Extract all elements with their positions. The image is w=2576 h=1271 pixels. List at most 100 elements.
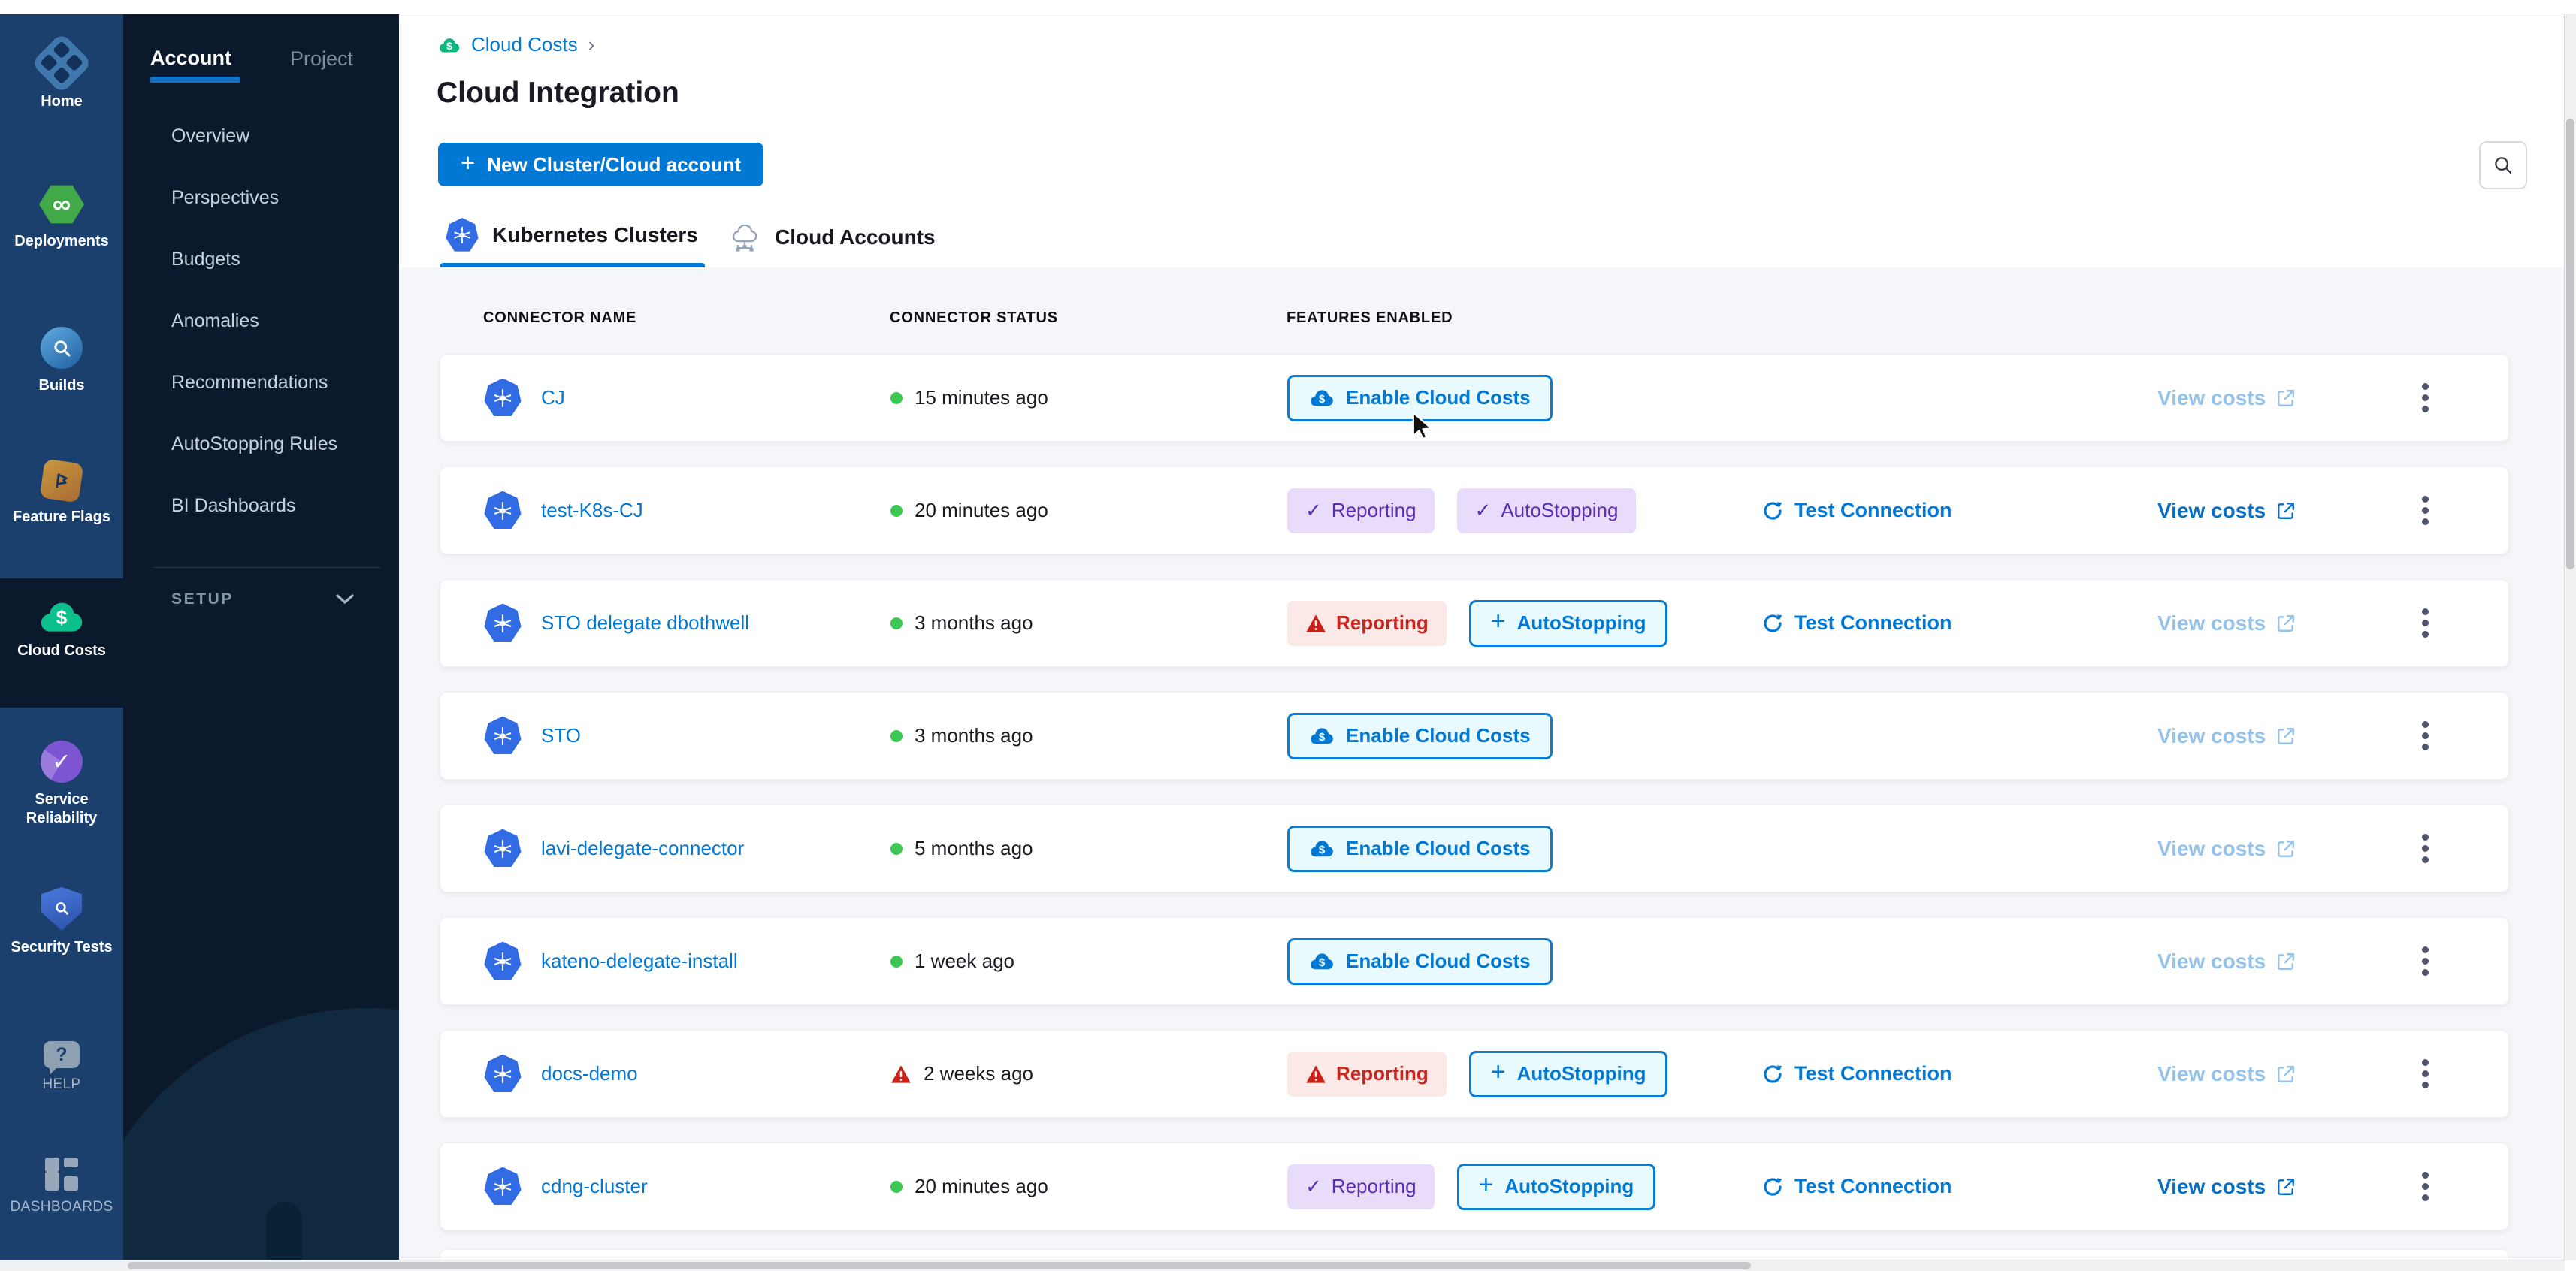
page-title: Cloud Integration: [437, 77, 679, 110]
refresh-icon: [1761, 612, 1784, 635]
enable-cloud-costs-button[interactable]: $ Enable Cloud Costs: [1287, 713, 1553, 759]
search-button[interactable]: [2479, 141, 2527, 189]
row-menu-button[interactable]: [2414, 1164, 2436, 1209]
rail-item-label: Cloud Costs: [17, 642, 106, 660]
rail-item-label: Service Reliability: [17, 790, 107, 828]
connector-name-link[interactable]: CJ: [541, 386, 565, 409]
breadcrumb-cloud-costs-link[interactable]: Cloud Costs: [471, 33, 578, 56]
connector-status-time: 20 minutes ago: [915, 1175, 1048, 1198]
connector-status-time: 20 minutes ago: [915, 499, 1048, 522]
scope-tab-account[interactable]: Account: [150, 47, 231, 70]
sidebar-item-recommendations[interactable]: Recommendations: [123, 352, 399, 413]
row-menu-button[interactable]: [2414, 1052, 2436, 1096]
view-costs-link[interactable]: View costs: [2154, 499, 2407, 523]
external-link-icon: [2276, 1064, 2296, 1084]
rail-item-dashboards[interactable]: DASHBOARDS: [0, 1158, 123, 1216]
scope-tab-project[interactable]: Project: [290, 47, 353, 71]
horizontal-scrollbar-thumb[interactable]: [128, 1262, 1751, 1269]
rail-item-deployments[interactable]: ∞ Deployments: [0, 184, 123, 251]
connector-name-link[interactable]: cdng-cluster: [541, 1175, 648, 1198]
sidebar-setup-toggle[interactable]: SETUP: [171, 578, 355, 620]
external-link-icon: [2276, 839, 2296, 859]
refresh-icon: [1761, 1176, 1784, 1198]
enable-cloud-costs-button[interactable]: $ Enable Cloud Costs: [1287, 826, 1553, 872]
enable-cloud-costs-label: Enable Cloud Costs: [1346, 724, 1531, 747]
breadcrumb: $ Cloud Costs ›: [438, 33, 594, 56]
test-connection-link[interactable]: Test Connection: [1758, 611, 2154, 635]
cloud-costs-breadcrumb-icon: $: [438, 37, 461, 53]
row-menu-button[interactable]: [2414, 601, 2436, 645]
refresh-icon: [1761, 1063, 1784, 1085]
search-icon: [2492, 154, 2514, 177]
enable-cloud-costs-button[interactable]: $ Enable Cloud Costs: [1287, 938, 1553, 985]
cloud-network-icon: [728, 222, 761, 252]
harness-home-icon: [31, 32, 92, 94]
row-menu-button[interactable]: [2414, 714, 2436, 758]
enable-cloud-costs-label: Enable Cloud Costs: [1346, 837, 1531, 860]
rail-item-builds[interactable]: Builds: [0, 327, 123, 395]
tab-label: Cloud Accounts: [775, 225, 936, 249]
kubernetes-icon: [484, 379, 522, 418]
setup-label: SETUP: [171, 590, 234, 608]
connector-name-link[interactable]: lavi-delegate-connector: [541, 837, 744, 860]
row-menu-button[interactable]: [2414, 826, 2436, 871]
horizontal-scrollbar[interactable]: [0, 1260, 2565, 1271]
view-costs-label: View costs: [2157, 949, 2266, 974]
table-row-partial: [440, 1249, 2509, 1260]
warning-triangle-icon: [1305, 1064, 1326, 1084]
kubernetes-icon: [484, 604, 522, 643]
connector-name-link[interactable]: test-K8s-CJ: [541, 499, 643, 522]
connector-name-link[interactable]: STO: [541, 724, 581, 747]
row-menu-button[interactable]: [2414, 939, 2436, 983]
page-header: $ Cloud Costs › Cloud Integration: [399, 14, 2565, 113]
sidebar-menu: Overview Perspectives Budgets Anomalies …: [123, 105, 399, 536]
connector-name-link[interactable]: docs-demo: [541, 1062, 638, 1085]
sidebar-item-perspectives[interactable]: Perspectives: [123, 167, 399, 228]
new-cluster-cloud-account-button[interactable]: + New Cluster/Cloud account: [438, 143, 763, 186]
feature-flags-icon: [40, 459, 84, 503]
rail-item-home[interactable]: Home: [0, 41, 123, 111]
test-connection-label: Test Connection: [1794, 1062, 1952, 1085]
kubernetes-icon: [484, 1055, 522, 1094]
test-connection-link[interactable]: Test Connection: [1758, 1175, 2154, 1198]
view-costs-link[interactable]: View costs: [2154, 1175, 2407, 1199]
connector-name-link[interactable]: kateno-delegate-install: [541, 949, 738, 973]
sidebar-item-overview[interactable]: Overview: [123, 105, 399, 167]
sidebar-item-autostopping-rules[interactable]: AutoStopping Rules: [123, 413, 399, 475]
help-chat-icon: ?: [44, 1041, 80, 1068]
cloud-costs-icon: $: [38, 599, 85, 634]
status-healthy-icon: [890, 617, 903, 629]
tab-cloud-accounts[interactable]: Cloud Accounts: [728, 222, 936, 252]
plus-icon: +: [1479, 1170, 1494, 1200]
tab-kubernetes-clusters[interactable]: Kubernetes Clusters: [446, 218, 698, 252]
row-menu-button[interactable]: [2414, 488, 2436, 533]
rail-item-service-reliability[interactable]: ✓ Service Reliability: [0, 741, 123, 828]
sidebar-item-anomalies[interactable]: Anomalies: [123, 290, 399, 352]
add-autostopping-button[interactable]: + AutoStopping: [1469, 1051, 1668, 1097]
sidebar-item-budgets[interactable]: Budgets: [123, 228, 399, 290]
add-autostopping-button[interactable]: + AutoStopping: [1457, 1164, 1656, 1210]
external-link-icon: [2276, 501, 2296, 521]
test-connection-link[interactable]: Test Connection: [1758, 1062, 2154, 1085]
connector-status-time: 15 minutes ago: [915, 386, 1048, 409]
test-connection-link[interactable]: Test Connection: [1758, 499, 2154, 522]
rail-item-cloud-costs[interactable]: $ Cloud Costs: [0, 599, 123, 660]
cloud-dollar-icon: $: [1309, 839, 1335, 858]
row-menu-button[interactable]: [2414, 376, 2436, 420]
chevron-down-icon: [335, 593, 355, 605]
service-reliability-icon: ✓: [41, 741, 83, 783]
sidebar-item-bi-dashboards[interactable]: BI Dashboards: [123, 475, 399, 536]
external-link-icon: [2276, 726, 2296, 746]
rail-item-security-tests[interactable]: Security Tests: [0, 887, 123, 957]
table-row: cdng-cluster 20 minutes ago ✓ Reporting …: [440, 1143, 2509, 1230]
add-autostopping-button[interactable]: + AutoStopping: [1469, 600, 1668, 647]
rail-item-help[interactable]: ? HELP: [0, 1041, 123, 1094]
kubernetes-icon: [484, 717, 522, 756]
table-row: docs-demo 2 weeks ago Reporting + AutoSt…: [440, 1030, 2509, 1118]
table-header: CONNECTOR NAME CONNECTOR STATUS FEATURES…: [440, 309, 2509, 327]
rail-item-feature-flags[interactable]: Feature Flags: [0, 461, 123, 527]
vertical-scrollbar-thumb[interactable]: [2566, 119, 2574, 569]
connector-name-link[interactable]: STO delegate dbothwell: [541, 611, 749, 635]
enable-cloud-costs-button[interactable]: $ Enable Cloud Costs: [1287, 375, 1553, 421]
vertical-scrollbar[interactable]: [2564, 14, 2576, 1260]
